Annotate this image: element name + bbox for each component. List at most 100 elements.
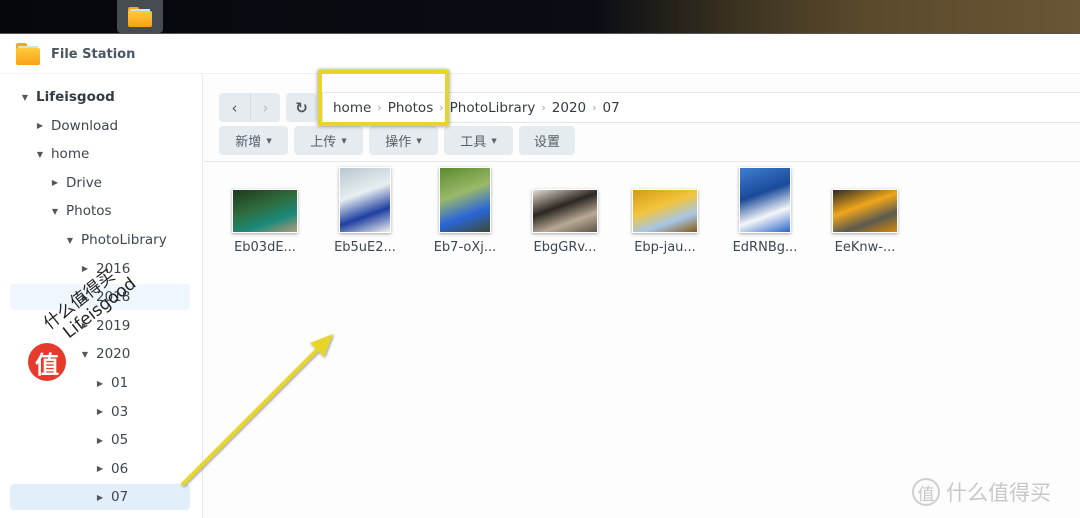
tree-item-label: Drive xyxy=(66,174,102,191)
thumbnail-container xyxy=(617,163,713,233)
toolbar-button-label: 工具 xyxy=(460,135,487,150)
caret-down-icon[interactable]: ▼ xyxy=(50,207,60,216)
create-button[interactable]: 新增 ▼ xyxy=(219,126,288,155)
caret-down-icon[interactable]: ▼ xyxy=(80,350,90,359)
breadcrumb-separator-icon: › xyxy=(439,101,444,114)
breadcrumb-item-home[interactable]: home xyxy=(333,100,371,116)
breadcrumb-item-07[interactable]: 07 xyxy=(603,100,620,116)
image-thumbnail[interactable] xyxy=(232,189,298,233)
tree-item-label: 2016 xyxy=(96,260,131,277)
folder-tree-sidebar: ▼ Lifeisgood ▶ Download ▼ home ▶ Drive ▼ Photos ▼ P… xyxy=(0,75,203,518)
tools-button[interactable]: 工具 ▼ xyxy=(444,126,513,155)
image-thumbnail[interactable] xyxy=(339,167,391,233)
file-name: Eb5uE2... xyxy=(334,240,396,255)
breadcrumb-item-2020[interactable]: 2020 xyxy=(552,100,586,116)
thumbnail-container xyxy=(317,163,413,233)
thumbnail-container xyxy=(517,163,613,233)
file-name: Ebp-jau... xyxy=(634,240,696,255)
tree-item-download[interactable]: ▶ Download xyxy=(10,113,190,139)
action-button[interactable]: 操作 ▼ xyxy=(369,126,438,155)
window-title: File Station xyxy=(51,46,136,62)
breadcrumb[interactable]: home › Photos › PhotoLibrary › 2020 › 07 xyxy=(322,92,1080,123)
tree-item-label: 07 xyxy=(111,489,129,506)
settings-button[interactable]: 设置 xyxy=(519,126,575,155)
tree-item-label: 2020 xyxy=(96,346,131,363)
breadcrumb-separator-icon: › xyxy=(377,101,382,114)
image-thumbnail[interactable] xyxy=(439,167,491,233)
image-thumbnail[interactable] xyxy=(532,189,598,233)
tree-item-label: Lifeisgood xyxy=(36,89,115,105)
tree-item-photos[interactable]: ▼ Photos xyxy=(10,198,190,224)
caret-down-icon[interactable]: ▼ xyxy=(20,93,30,102)
file-item[interactable]: EbgGRv... xyxy=(517,163,613,263)
caret-right-icon[interactable]: ▶ xyxy=(50,178,60,187)
caret-right-icon[interactable]: ▶ xyxy=(80,321,90,330)
thumbnail-container xyxy=(817,163,913,233)
caret-right-icon[interactable]: ▶ xyxy=(95,493,105,502)
caret-right-icon[interactable]: ▶ xyxy=(95,407,105,416)
caret-down-icon: ▼ xyxy=(341,136,347,145)
image-thumbnail[interactable] xyxy=(832,189,898,233)
tree-item-label: 01 xyxy=(111,375,129,391)
thumbnail-container xyxy=(417,163,513,233)
caret-right-icon[interactable]: ▶ xyxy=(95,436,105,445)
caret-right-icon[interactable]: ▶ xyxy=(80,293,90,302)
toolbar-button-label: 设置 xyxy=(533,135,560,150)
taskbar-file-station-button[interactable] xyxy=(117,0,163,33)
toolbar-divider xyxy=(204,161,1080,162)
tree-item-2018[interactable]: ▶ 2018 xyxy=(10,284,190,311)
folder-icon xyxy=(16,43,40,65)
toolbar-button-label: 操作 xyxy=(385,135,412,150)
file-name: EdRNBg... xyxy=(732,240,798,255)
caret-down-icon: ▼ xyxy=(491,136,497,145)
tree-item-label: 2018 xyxy=(96,289,131,306)
refresh-button[interactable]: ↻ xyxy=(286,93,317,122)
file-item[interactable]: EdRNBg... xyxy=(717,163,813,263)
breadcrumb-separator-icon: › xyxy=(592,101,597,114)
tree-item-label: 06 xyxy=(111,460,129,477)
file-item[interactable]: Eb7-oXj... xyxy=(417,163,513,263)
image-thumbnail[interactable] xyxy=(632,189,698,233)
action-toolbar: 新增 ▼ 上传 ▼ 操作 ▼ 工具 ▼ 设置 xyxy=(219,126,575,155)
back-button[interactable]: ‹ xyxy=(219,93,250,122)
breadcrumb-item-photolibrary[interactable]: PhotoLibrary xyxy=(450,100,536,116)
tree-item-label: PhotoLibrary xyxy=(81,232,167,248)
tree-item-drive[interactable]: ▶ Drive xyxy=(10,170,190,196)
caret-down-icon[interactable]: ▼ xyxy=(65,236,75,245)
caret-right-icon[interactable]: ▶ xyxy=(95,464,105,473)
chevron-right-icon: › xyxy=(262,98,269,117)
tree-item-2020[interactable]: ▼ 2020 xyxy=(10,341,190,367)
tree-item-2016[interactable]: ▶ 2016 xyxy=(10,256,190,282)
tree-item-05[interactable]: ▶ 05 xyxy=(10,427,190,453)
image-thumbnail[interactable] xyxy=(739,167,791,233)
tree-item-01[interactable]: ▶ 01 xyxy=(10,370,190,396)
refresh-icon: ↻ xyxy=(295,98,308,117)
file-name: EbgGRv... xyxy=(533,240,597,255)
caret-down-icon: ▼ xyxy=(266,136,272,145)
tree-item-label: Photos xyxy=(66,203,112,220)
tree-item-07[interactable]: ▶ 07 xyxy=(10,484,190,511)
caret-right-icon[interactable]: ▶ xyxy=(95,379,105,388)
thumbnail-container xyxy=(217,163,313,233)
caret-right-icon[interactable]: ▶ xyxy=(80,264,90,273)
tree-item-label: 2019 xyxy=(96,317,131,334)
tree-item-06[interactable]: ▶ 06 xyxy=(10,456,190,482)
forward-button[interactable]: › xyxy=(250,93,280,122)
upload-button[interactable]: 上传 ▼ xyxy=(294,126,363,155)
file-name: Eb03dE... xyxy=(234,240,296,255)
tree-item-2019[interactable]: ▶ 2019 xyxy=(10,313,190,339)
breadcrumb-item-photos[interactable]: Photos xyxy=(388,100,434,116)
tree-item-03[interactable]: ▶ 03 xyxy=(10,399,190,425)
tree-item-label: Download xyxy=(51,117,119,134)
caret-down-icon[interactable]: ▼ xyxy=(35,150,45,159)
tree-item-home[interactable]: ▼ home xyxy=(10,141,190,167)
tree-item-photolibrary[interactable]: ▼ PhotoLibrary xyxy=(10,227,190,253)
file-item[interactable]: Eb03dE... xyxy=(217,163,313,263)
file-item[interactable]: Eb5uE2... xyxy=(317,163,413,263)
caret-right-icon[interactable]: ▶ xyxy=(35,121,45,130)
tree-item-lifeisgood[interactable]: ▼ Lifeisgood xyxy=(10,84,190,110)
file-item[interactable]: EeKnw-... xyxy=(817,163,913,263)
tree-item-label: 03 xyxy=(111,403,129,420)
caret-down-icon: ▼ xyxy=(416,136,422,145)
file-item[interactable]: Ebp-jau... xyxy=(617,163,713,263)
